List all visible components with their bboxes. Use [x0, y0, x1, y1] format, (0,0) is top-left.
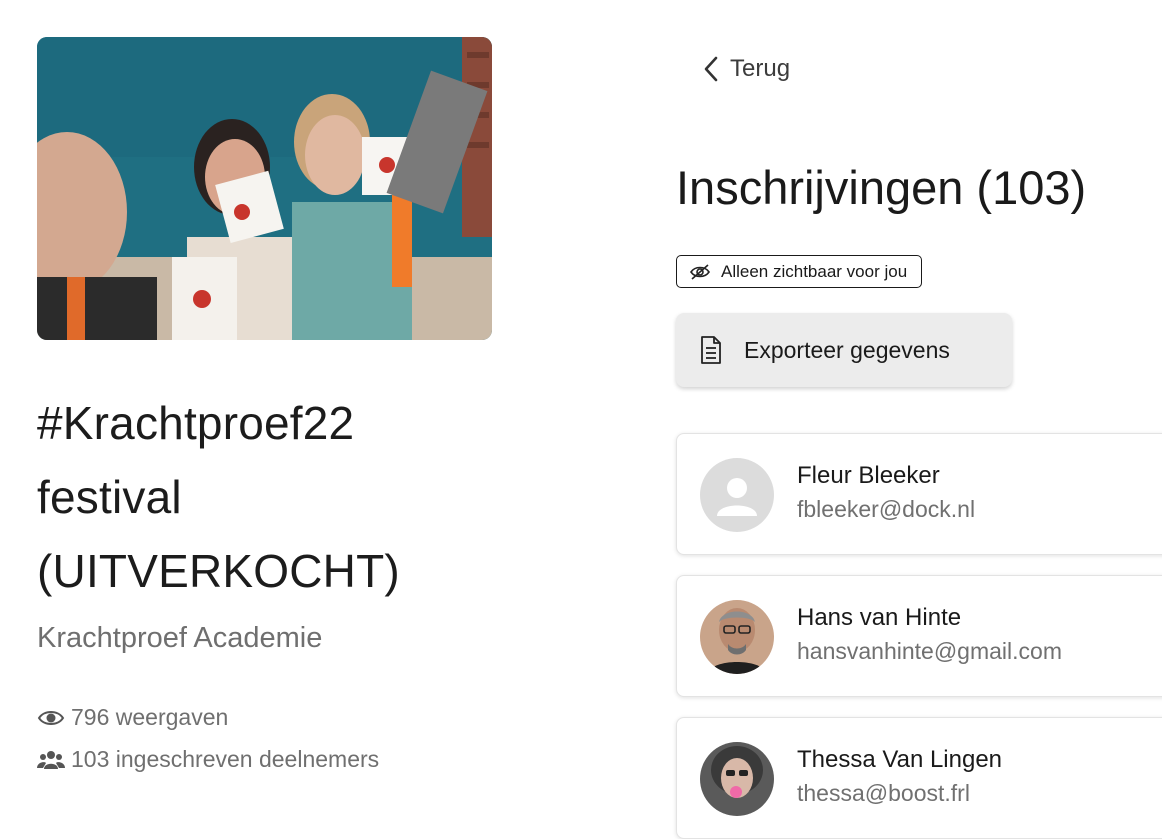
registrant-email: hansvanhinte@gmail.com	[797, 638, 1062, 664]
list-item[interactable]: Thessa Van Lingen thessa@boost.frl	[676, 717, 1162, 839]
event-title-line: festival	[37, 471, 182, 523]
registrant-email: fbleeker@dock.nl	[797, 496, 976, 522]
eye-icon	[37, 710, 65, 725]
registrant-name: Fleur Bleeker	[797, 462, 940, 489]
page-title: Inschrijvingen (103)	[676, 161, 1087, 214]
document-icon	[701, 336, 721, 364]
event-title-line: (UITVERKOCHT)	[37, 545, 400, 597]
views-count: 796 weergaven	[71, 704, 229, 730]
eye-slash-icon	[690, 263, 710, 280]
visibility-badge: Alleen zichtbaar voor jou	[676, 255, 923, 288]
avatar	[700, 600, 774, 674]
registrations-stat: 103 ingeschreven deelnemers	[37, 746, 379, 773]
avatar	[700, 742, 774, 816]
back-button[interactable]: Terug	[700, 54, 790, 84]
list-item[interactable]: Hans van Hinte hansvanhinte@gmail.com	[676, 575, 1162, 697]
registrations-count: 103 ingeschreven deelnemers	[71, 746, 380, 772]
avatar	[700, 458, 774, 532]
visibility-label: Alleen zichtbaar voor jou	[721, 261, 908, 281]
avatar-photo	[700, 600, 774, 674]
export-data-button[interactable]: Exporteer gegevens	[676, 313, 1012, 387]
export-label: Exporteer gegevens	[744, 336, 950, 363]
views-stat: 796 weergaven	[37, 704, 228, 731]
users-icon	[37, 750, 65, 769]
registrant-email: thessa@boost.frl	[797, 780, 970, 806]
event-photo	[37, 37, 492, 340]
list-item[interactable]: Fleur Bleeker fbleeker@dock.nl	[676, 433, 1162, 555]
organizer-name[interactable]: Krachtproef Academie	[37, 622, 322, 655]
chevron-left-icon	[704, 56, 718, 82]
registrant-name: Hans van Hinte	[797, 604, 962, 631]
event-title: #Krachtproef22 festival (UITVERKOCHT)	[37, 386, 557, 608]
event-title-line: #Krachtproef22	[37, 397, 355, 449]
avatar-photo	[700, 742, 774, 816]
default-avatar-icon	[700, 458, 774, 532]
registrant-name: Thessa Van Lingen	[797, 746, 1003, 773]
back-label: Terug	[730, 55, 791, 82]
